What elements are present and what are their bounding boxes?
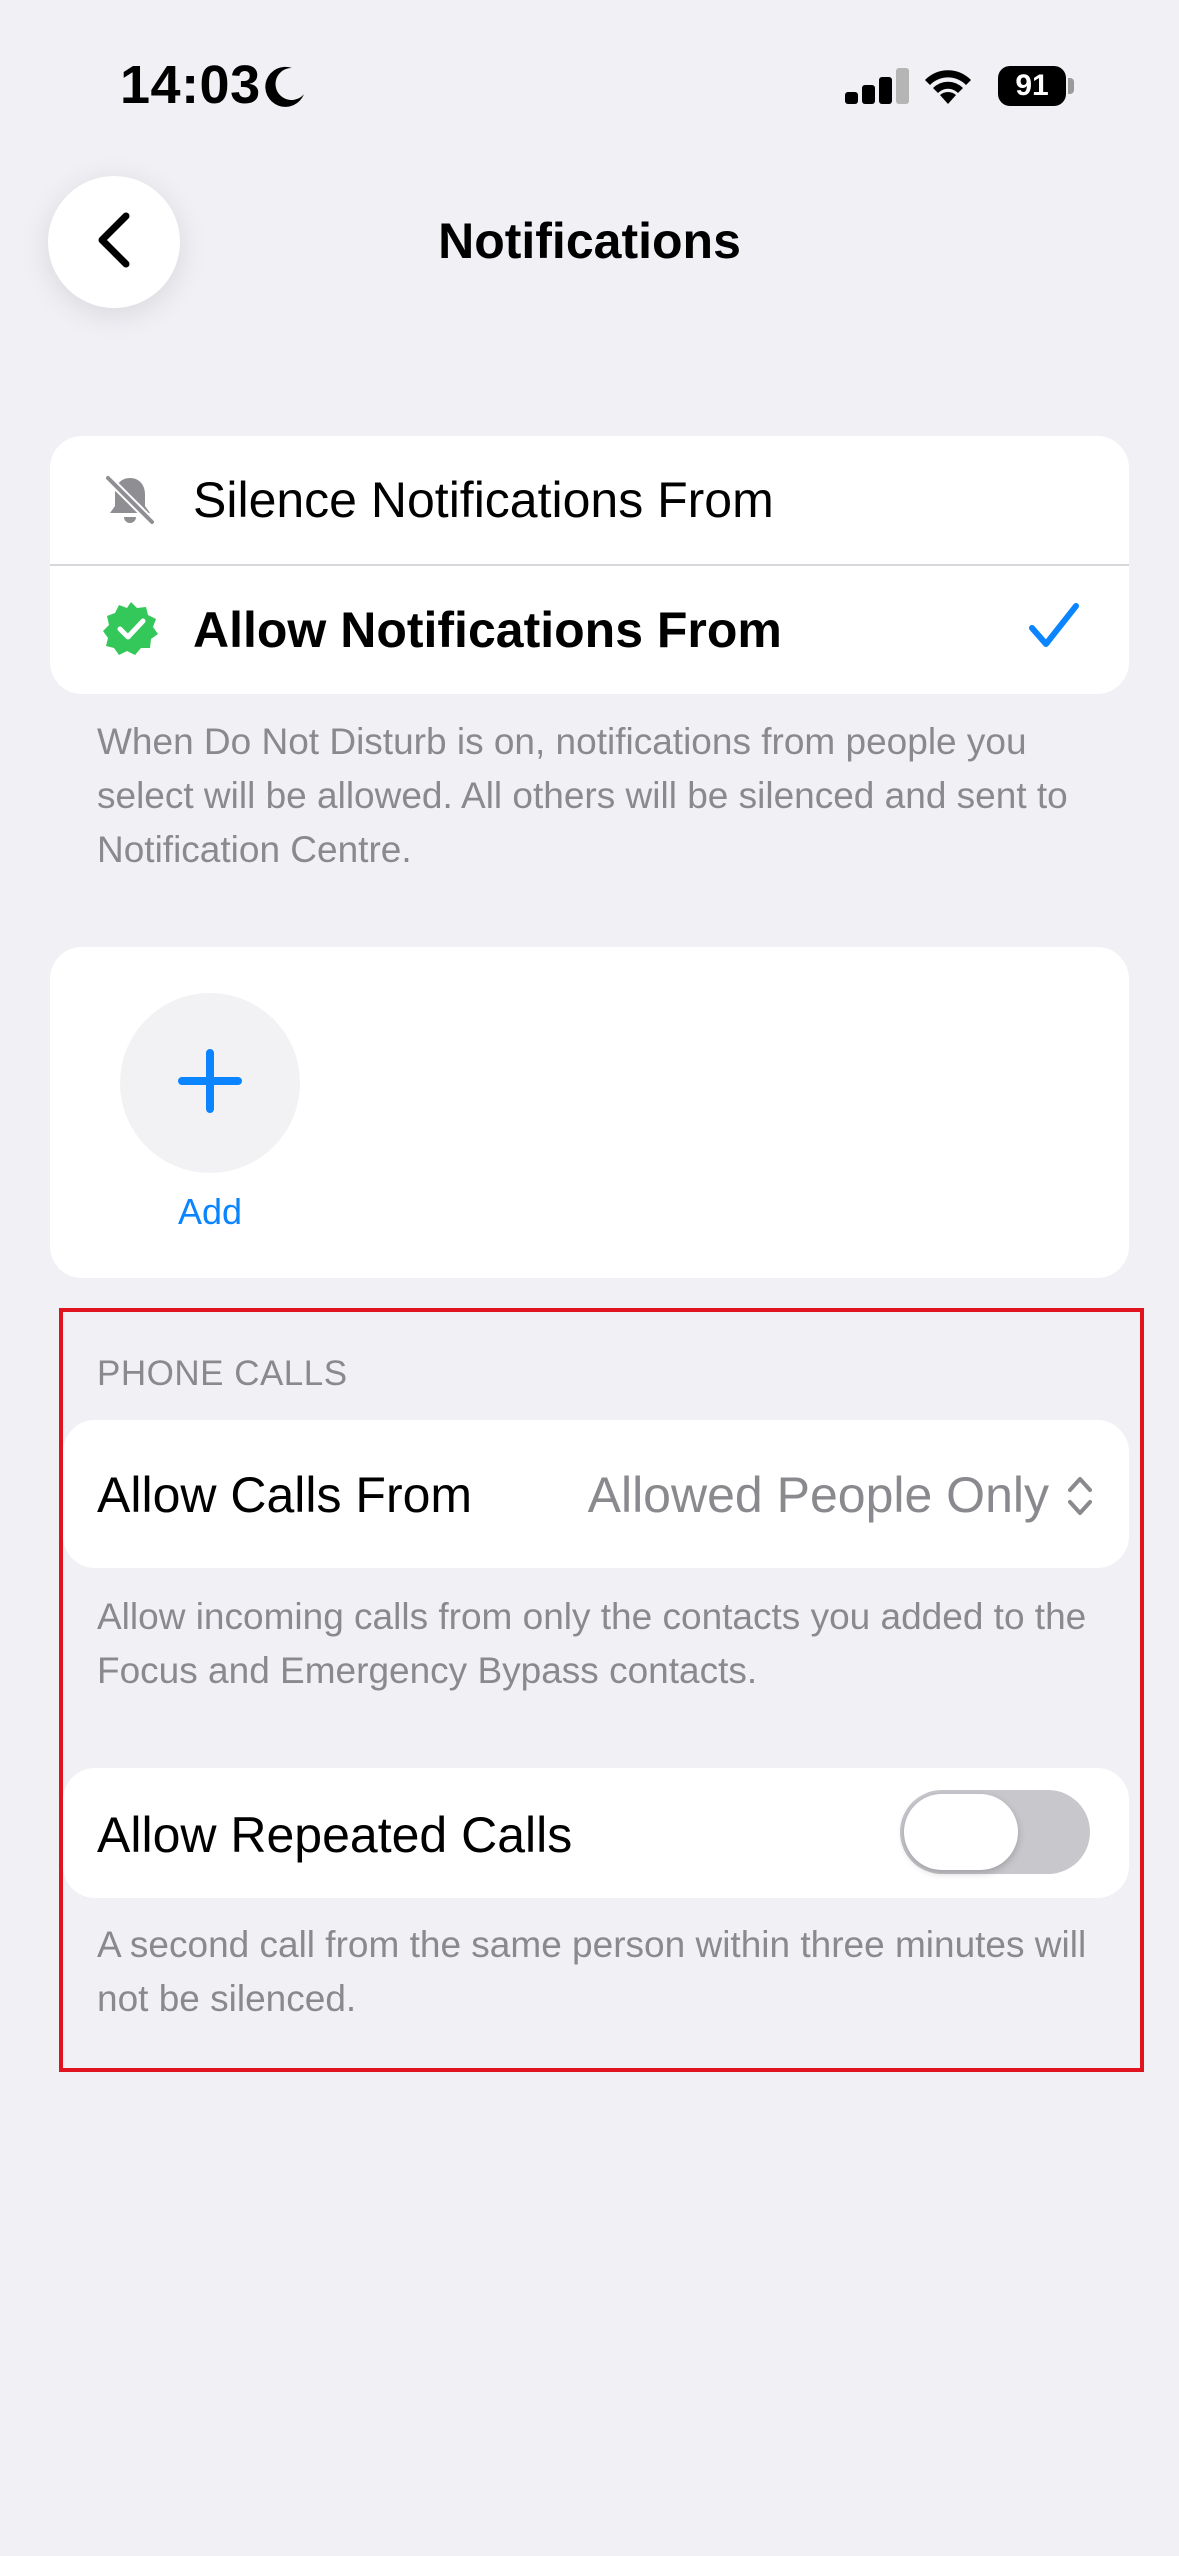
battery-level: 91 (998, 66, 1066, 106)
mode-footer-text: When Do Not Disturb is on, notifications… (97, 721, 1068, 870)
silence-notifications-option[interactable]: Silence Notifications From (50, 436, 1129, 564)
plus-icon (178, 1048, 242, 1118)
notification-mode-list: Silence Notifications From Allow Notific… (50, 436, 1129, 694)
battery-icon: 91 (998, 66, 1074, 106)
wifi-icon (920, 62, 976, 106)
add-person-button[interactable] (120, 993, 300, 1173)
green-checkmark-seal-icon (102, 600, 160, 663)
highlight-box (59, 1308, 1144, 2072)
status-time: 14:03 (120, 55, 261, 115)
page-title: Notifications (438, 213, 741, 269)
allow-notifications-label: Allow Notifications From (193, 602, 782, 658)
selected-checkmark-icon (1028, 600, 1080, 657)
allow-notifications-option[interactable]: Allow Notifications From (50, 566, 1129, 694)
allowed-people-card: Add (50, 947, 1129, 1278)
bell-slash-icon (102, 472, 158, 533)
silence-notifications-label: Silence Notifications From (193, 472, 774, 528)
cellular-signal-icon (845, 68, 909, 104)
add-person-label[interactable]: Add (120, 1191, 300, 1233)
do-not-disturb-moon-icon (262, 64, 308, 110)
